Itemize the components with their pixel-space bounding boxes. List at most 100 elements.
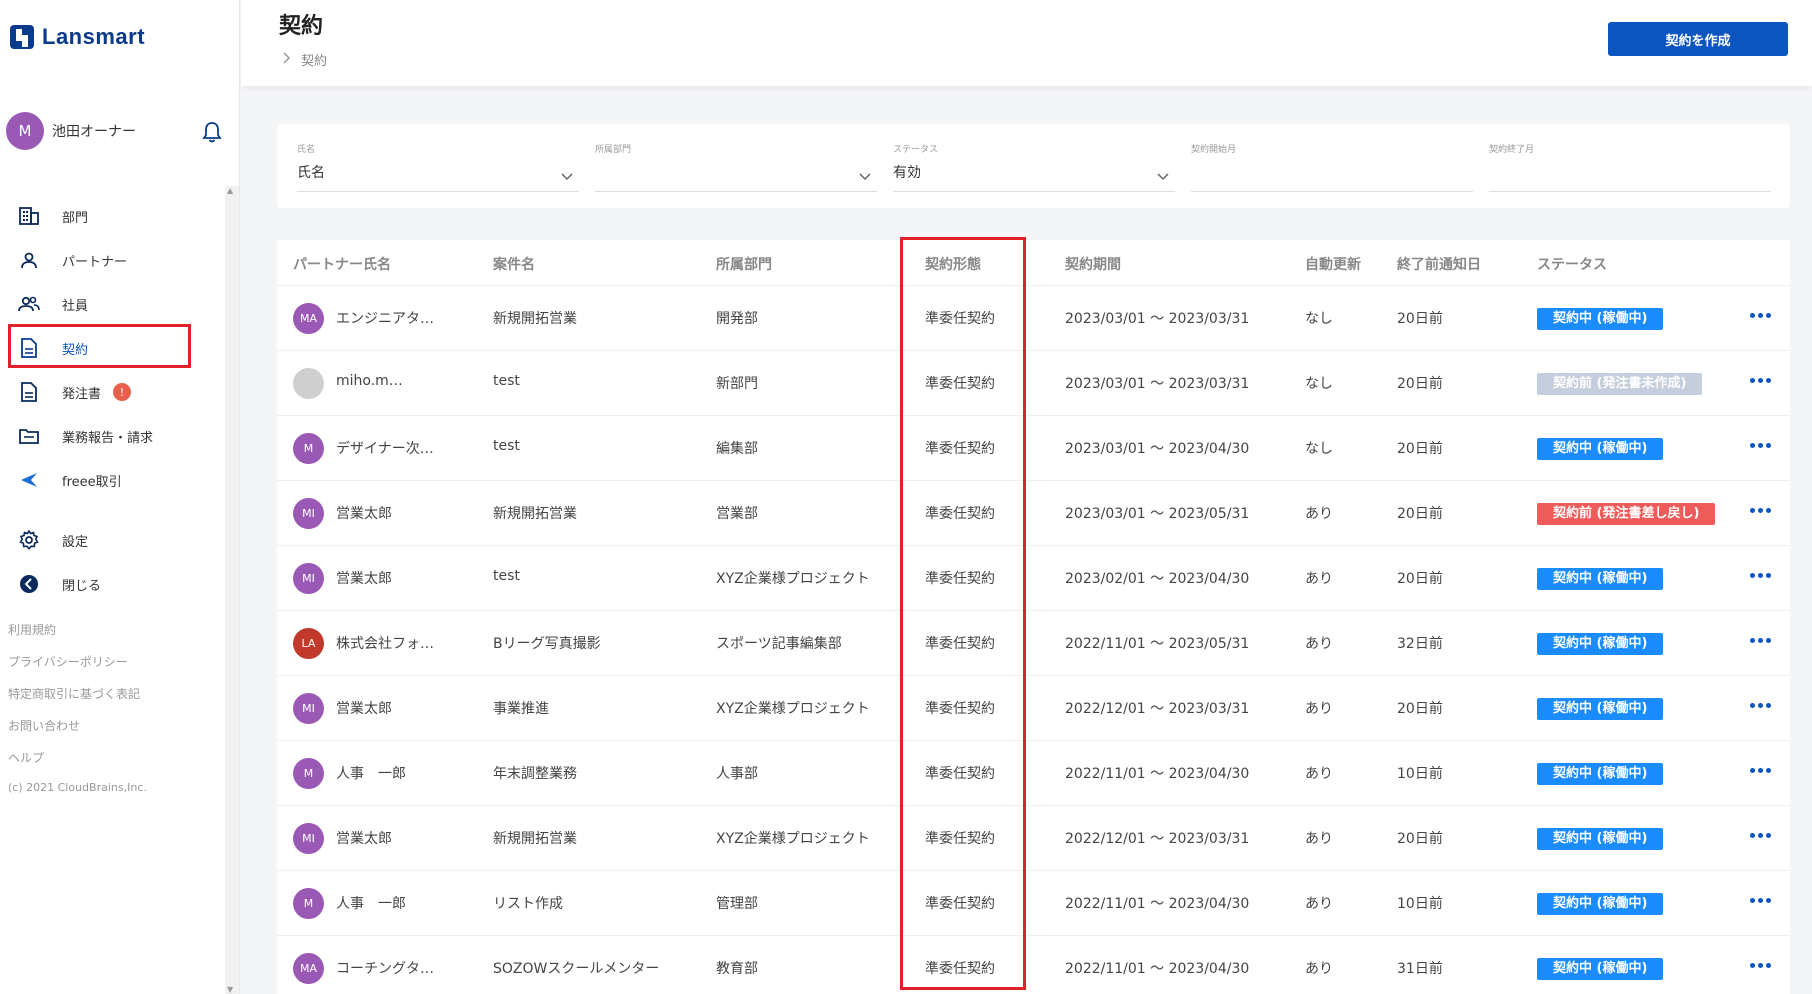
table-row[interactable]: MI 営業太郎 test XYZ企業様プロジェクト 準委任契約 2023/02/…: [277, 546, 1790, 611]
name-filter[interactable]: 氏名 氏名: [297, 142, 579, 192]
more-options-icon[interactable]: [1745, 365, 1775, 395]
project-cell: 年末調整業務: [493, 766, 577, 782]
column-header-department[interactable]: 所属部門: [716, 254, 772, 274]
sidebar-item-departments[interactable]: 部門: [8, 194, 208, 238]
department-cell: 営業部: [716, 506, 758, 522]
sidebar-item-label: 設定: [62, 534, 89, 550]
more-options-icon[interactable]: [1745, 755, 1775, 785]
more-options-icon[interactable]: [1745, 430, 1775, 460]
terms-link[interactable]: 利用規約: [8, 614, 147, 646]
create-contract-button[interactable]: 契約を作成: [1608, 22, 1788, 56]
sidebar-item-employees[interactable]: 社員: [8, 282, 208, 326]
column-header-status[interactable]: ステータス: [1537, 254, 1607, 274]
table-row[interactable]: miho.m… test 新部門 準委任契約 2023/03/01 ～ 2023…: [277, 351, 1790, 416]
people-icon: [18, 293, 40, 315]
sidebar-item-freee[interactable]: freee取引: [8, 458, 208, 502]
auto-renew-cell: あり: [1305, 766, 1333, 782]
sidebar-scrollbar[interactable]: [225, 186, 239, 994]
auto-renew-cell: なし: [1305, 311, 1333, 327]
notice-cell: 32日前: [1397, 636, 1443, 652]
help-link[interactable]: ヘルプ: [8, 742, 147, 774]
more-options-icon[interactable]: [1745, 690, 1775, 720]
commercial-transactions-link[interactable]: 特定商取引に基づく表記: [8, 678, 147, 710]
chevron-down-icon: [561, 166, 573, 181]
partner-name-cell: 営業太郎: [336, 571, 392, 587]
table-row[interactable]: MI 営業太郎 新規開拓営業 XYZ企業様プロジェクト 準委任契約 2022/1…: [277, 806, 1790, 871]
sidebar-nav: 部門 パートナー 社員 契約 発注書 ! 業務報告・請求 freee取引 設定 …: [8, 194, 208, 606]
more-options-icon[interactable]: [1745, 625, 1775, 655]
auto-renew-cell: あり: [1305, 571, 1333, 587]
status-filter[interactable]: ステータス 有効: [893, 142, 1175, 192]
contract-type-cell: 準委任契約: [925, 376, 995, 392]
status-badge: 契約中 (稼働中): [1537, 633, 1664, 655]
column-header-auto-renew[interactable]: 自動更新: [1305, 254, 1361, 274]
partner-avatar: MI: [293, 563, 324, 594]
sidebar-item-partners[interactable]: パートナー: [8, 238, 208, 282]
period-cell: 2022/11/01 ～ 2023/04/30: [1065, 961, 1250, 977]
contact-link[interactable]: お問い合わせ: [8, 710, 147, 742]
column-header-partner[interactable]: パートナー氏名: [293, 254, 391, 274]
table-row[interactable]: MA コーチングタ… SOZOWスクールメンター 教育部 準委任契約 2022/…: [277, 936, 1790, 994]
column-header-contract-type[interactable]: 契約形態: [925, 254, 981, 274]
contract-type-cell: 準委任契約: [925, 701, 995, 717]
department-cell: 管理部: [716, 896, 758, 912]
sidebar-item-purchase-orders[interactable]: 発注書 !: [8, 370, 208, 414]
more-options-icon[interactable]: [1745, 820, 1775, 850]
partner-avatar: MI: [293, 693, 324, 724]
chevron-down-icon: [859, 166, 871, 181]
contracts-highlight-annotation: [8, 324, 191, 368]
breadcrumb: 契約: [283, 50, 327, 69]
table-row[interactable]: M 人事 一郎 年末調整業務 人事部 準委任契約 2022/11/01 ～ 20…: [277, 741, 1790, 806]
project-cell: test: [493, 373, 520, 389]
bell-icon[interactable]: [202, 121, 222, 143]
more-options-icon[interactable]: [1745, 885, 1775, 915]
auto-renew-cell: あり: [1305, 506, 1333, 522]
partner-name-cell: 人事 一郎: [336, 896, 406, 912]
end-month-filter[interactable]: 契約終了月: [1489, 142, 1771, 192]
partner-avatar: M: [293, 888, 324, 919]
table-row[interactable]: MI 営業太郎 新規開拓営業 営業部 準委任契約 2023/03/01 ～ 20…: [277, 481, 1790, 546]
user-profile[interactable]: M 池田オーナー: [6, 112, 222, 150]
contract-type-cell: 準委任契約: [925, 441, 995, 457]
contract-type-cell: 準委任契約: [925, 506, 995, 522]
start-month-filter[interactable]: 契約開始月: [1191, 142, 1473, 192]
project-cell: 新規開拓営業: [493, 506, 577, 522]
notice-cell: 20日前: [1397, 441, 1443, 457]
period-cell: 2023/03/01 ～ 2023/04/30: [1065, 441, 1250, 457]
user-avatar: M: [6, 112, 44, 150]
department-filter[interactable]: 所属部門: [595, 142, 877, 192]
status-badge: 契約中 (稼働中): [1537, 568, 1664, 590]
more-options-icon[interactable]: [1745, 950, 1775, 980]
app-logo[interactable]: Lansmart: [10, 24, 145, 50]
table-row[interactable]: MA エンジニアタ… 新規開拓営業 開発部 準委任契約 2023/03/01 ～…: [277, 286, 1790, 351]
sidebar-item-reports-billing[interactable]: 業務報告・請求: [8, 414, 208, 458]
auto-renew-cell: あり: [1305, 636, 1333, 652]
table-row[interactable]: M デザイナー次… test 編集部 準委任契約 2023/03/01 ～ 20…: [277, 416, 1790, 481]
breadcrumb-item[interactable]: 契約: [301, 50, 327, 69]
more-options-icon[interactable]: [1745, 560, 1775, 590]
person-icon: [18, 249, 40, 271]
column-header-notice[interactable]: 終了前通知日: [1397, 254, 1481, 274]
project-cell: 事業推進: [493, 701, 549, 717]
status-badge: 契約中 (稼働中): [1537, 308, 1664, 330]
column-header-project[interactable]: 案件名: [493, 254, 535, 274]
filter-label: 所属部門: [595, 145, 632, 155]
sidebar-item-label: 発注書: [62, 386, 102, 402]
period-cell: 2022/11/01 ～ 2023/04/30: [1065, 766, 1250, 782]
filter-value: 氏名: [297, 165, 325, 181]
more-options-icon[interactable]: [1745, 300, 1775, 330]
more-options-icon[interactable]: [1745, 495, 1775, 525]
column-header-period[interactable]: 契約期間: [1065, 254, 1121, 274]
table-row[interactable]: MI 営業太郎 事業推進 XYZ企業様プロジェクト 準委任契約 2022/12/…: [277, 676, 1790, 741]
table-row[interactable]: M 人事 一郎 リスト作成 管理部 準委任契約 2022/11/01 ～ 202…: [277, 871, 1790, 936]
sidebar-item-settings[interactable]: 設定: [8, 518, 208, 562]
period-cell: 2022/12/01 ～ 2023/03/31: [1065, 831, 1250, 847]
department-cell: 編集部: [716, 441, 758, 457]
notice-cell: 20日前: [1397, 376, 1443, 392]
contracts-table: パートナー氏名 案件名 所属部門 契約形態 契約期間 自動更新 終了前通知日 ス…: [277, 240, 1790, 994]
status-badge: 契約中 (稼働中): [1537, 893, 1664, 915]
project-cell: test: [493, 568, 520, 584]
table-row[interactable]: LA 株式会社フォ… Bリーグ写真撮影 スポーツ記事編集部 準委任契約 2022…: [277, 611, 1790, 676]
privacy-policy-link[interactable]: プライバシーポリシー: [8, 646, 147, 678]
sidebar-item-close[interactable]: 閉じる: [8, 562, 208, 606]
